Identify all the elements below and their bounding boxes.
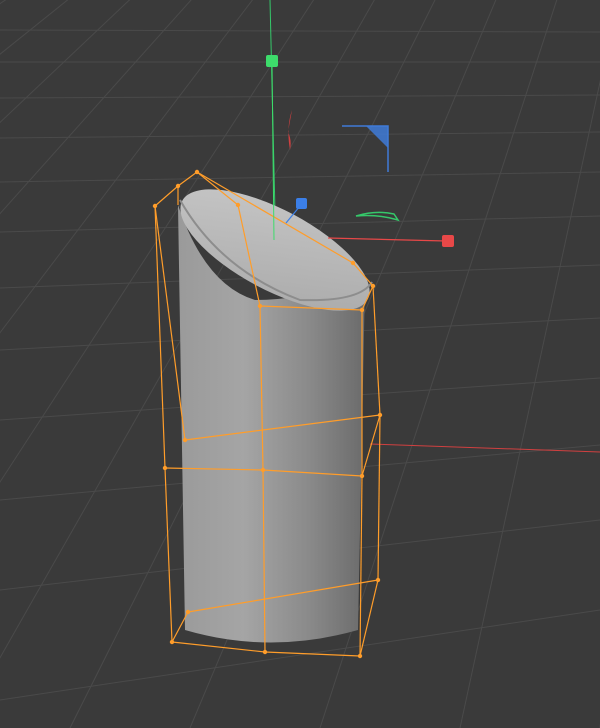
cylinder-object[interactable]: [164, 165, 387, 643]
cage-vertex[interactable]: [257, 303, 263, 309]
cage-vertex[interactable]: [262, 649, 268, 655]
cage-vertex[interactable]: [350, 260, 356, 266]
cage-vertex[interactable]: [359, 307, 365, 313]
cage-vertex[interactable]: [169, 639, 175, 645]
cage-vertex[interactable]: [235, 202, 241, 208]
cage-vertex[interactable]: [162, 465, 168, 471]
z-move-handle[interactable]: [296, 198, 307, 209]
y-rotate-arc[interactable]: [355, 211, 400, 222]
cage-vertex[interactable]: [152, 203, 158, 209]
cage-vertex[interactable]: [175, 183, 181, 189]
x-rotate-arc[interactable]: [288, 110, 292, 150]
cage-vertex[interactable]: [375, 577, 381, 583]
cage-vertex[interactable]: [194, 169, 200, 175]
cage-vertex[interactable]: [359, 473, 365, 479]
cage-vertex[interactable]: [260, 467, 266, 473]
x-move-axis[interactable]: [327, 237, 447, 242]
y-move-handle[interactable]: [266, 55, 278, 67]
x-move-handle[interactable]: [442, 235, 454, 247]
cage-vertex[interactable]: [377, 412, 383, 418]
cage-vertex[interactable]: [182, 437, 188, 443]
z-plane-handle[interactable]: [342, 125, 389, 172]
cage-vertex[interactable]: [370, 283, 376, 289]
cage-vertex[interactable]: [185, 609, 191, 615]
cage-vertex[interactable]: [357, 653, 363, 659]
viewport-canvas[interactable]: [0, 0, 600, 728]
3d-viewport[interactable]: [0, 0, 600, 728]
